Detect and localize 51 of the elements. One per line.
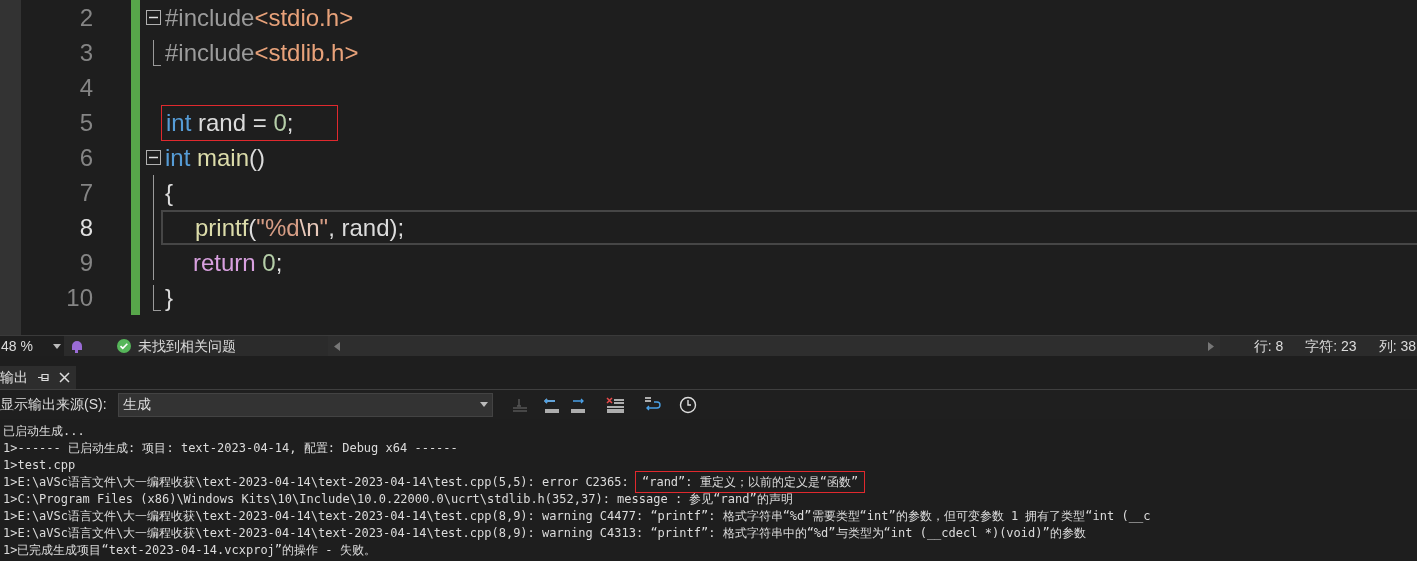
change-bar bbox=[131, 0, 140, 35]
output-line: 1>------ 已启动生成: 项目: text-2023-04-14, 配置: Debug x64 ------ bbox=[3, 439, 458, 457]
clock-icon[interactable] bbox=[679, 395, 697, 414]
change-bar bbox=[131, 280, 140, 315]
issues-status: 未找到相关问题 bbox=[138, 336, 237, 356]
previous-message-icon[interactable] bbox=[543, 396, 561, 413]
dropdown-caret-icon bbox=[53, 343, 61, 349]
code-line: return 0; bbox=[192, 250, 283, 275]
code-line: #include<stdio.h> bbox=[164, 5, 354, 30]
scroll-left-icon[interactable] bbox=[334, 341, 340, 351]
output-line: 1>已完成生成项目“text-2023-04-14.vcxproj”的操作 - 失败。 bbox=[3, 541, 376, 559]
line-number: 3 bbox=[78, 40, 93, 65]
output-line: 1>E:\aVSc语言文件\大一编程收获\text-2023-04-14\text-2023-04-14\test.cpp(8,9): warning C4313: “printf”: 格式字符串中的“%d”与类型为“int (__cdecl *)(void)”的参数 bbox=[3, 524, 1086, 542]
fold-end-line bbox=[153, 39, 161, 66]
line-number: 8 bbox=[78, 215, 93, 240]
check-circle-icon bbox=[117, 339, 131, 353]
output-line: 已启动生成... bbox=[3, 422, 85, 440]
zoom-dropdown[interactable]: 48 % bbox=[0, 336, 64, 356]
close-icon[interactable] bbox=[59, 372, 70, 383]
code-line: int main() bbox=[164, 145, 266, 170]
clear-all-icon[interactable] bbox=[605, 396, 625, 413]
output-line: 1>C:\Program Files (x86)\Windows Kits\10\Include\10.0.22000.0\ucrt\stdlib.h(352,37): message : 参见“rand”的声明 bbox=[3, 490, 793, 508]
code-line: } bbox=[164, 285, 173, 310]
source-dropdown[interactable]: 生成 bbox=[118, 392, 493, 417]
line-number: 7 bbox=[78, 180, 93, 205]
line-number: 6 bbox=[78, 145, 93, 170]
source-label: 显示输出来源(S): bbox=[0, 395, 108, 414]
line-number: 9 bbox=[78, 250, 93, 275]
line-number: 4 bbox=[78, 75, 93, 100]
char-indicator: 字符: 23 bbox=[1305, 336, 1357, 356]
column-indicator: 列: 38 bbox=[1378, 336, 1416, 356]
code-line: printf("%d\n", rand); bbox=[194, 215, 405, 240]
dropdown-caret-icon bbox=[480, 402, 488, 407]
line-number: 2 bbox=[78, 5, 93, 30]
output-line: 1>E:\aVSc语言文件\大一编程收获\text-2023-04-14\text-2023-04-14\test.cpp(5,5): error C2365: bbox=[3, 473, 630, 491]
line-number: 5 bbox=[78, 110, 93, 135]
code-line: #include<stdlib.h> bbox=[164, 40, 359, 65]
output-tab[interactable]: 输出 bbox=[0, 366, 76, 389]
pin-icon[interactable] bbox=[38, 373, 49, 382]
line-indicator: 行: 8 bbox=[1253, 336, 1284, 356]
collapse-icon[interactable] bbox=[146, 10, 161, 25]
highlighted-message: “rand”: 重定义；以前的定义是“函数” bbox=[635, 471, 865, 492]
code-line: int rand = 0; bbox=[165, 110, 294, 135]
line-number: 10 bbox=[65, 285, 93, 310]
output-line: 1>test.cpp bbox=[3, 456, 76, 474]
next-message-icon[interactable] bbox=[569, 396, 587, 413]
scroll-right-icon[interactable] bbox=[1207, 341, 1214, 351]
collapse-icon[interactable] bbox=[146, 150, 161, 165]
fold-end-line bbox=[153, 284, 161, 311]
code-line: { bbox=[164, 180, 173, 205]
output-line: 1>E:\aVSc语言文件\大一编程收获\text-2023-04-14\text-2023-04-14\test.cpp(8,9): warning C4477: “printf”: 格式字符串“%d”需要类型“int”的参数，但可变参数 1 拥有了类型“int (__c bbox=[3, 507, 1151, 525]
